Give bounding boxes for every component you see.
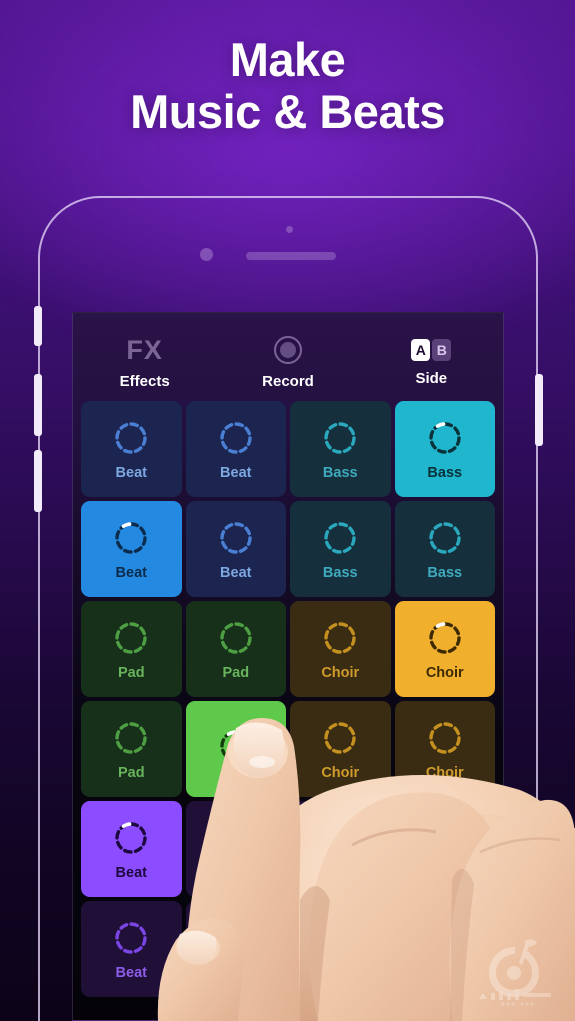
pad-label: Beat	[220, 464, 252, 481]
loop-progress-ring-icon	[425, 826, 465, 866]
pad-label: Pad	[117, 764, 145, 781]
headline-line-2: Music & Beats	[130, 84, 445, 138]
fx-icon: FX	[126, 334, 163, 365]
loop-progress-ring-icon	[111, 918, 151, 958]
pad-button[interactable]: Beat	[81, 901, 182, 997]
headline-line-1: Make	[229, 33, 346, 86]
loop-progress-ring-icon	[216, 726, 256, 766]
mute-switch-button[interactable]	[33, 306, 42, 346]
loop-progress-ring-icon	[216, 918, 256, 958]
loop-progress-ring-icon	[320, 718, 360, 758]
loop-progress-ring-icon	[111, 518, 151, 558]
pad-button[interactable]: Beat	[185, 501, 286, 597]
pad-label: Beat	[115, 864, 147, 881]
pad-label: Pad	[117, 664, 145, 681]
pad-button[interactable]: Bass	[290, 401, 391, 497]
loop-progress-ring-icon	[320, 618, 360, 658]
loop-progress-ring-icon	[425, 418, 465, 458]
pad-button[interactable]	[185, 701, 286, 797]
pad-button[interactable]: Beat	[81, 501, 182, 597]
loop-progress-ring-icon	[111, 618, 151, 658]
pad-button[interactable]: Pad	[81, 701, 182, 797]
pad-button[interactable]	[290, 901, 391, 997]
toolbar: FX Effects Record A B Side	[73, 313, 503, 401]
pad-label: Choir	[425, 664, 464, 681]
pad-label: Bass	[427, 564, 463, 581]
loop-progress-ring-icon	[320, 418, 360, 458]
loop-progress-ring-icon	[111, 418, 151, 458]
sibapp-watermark	[479, 939, 551, 1006]
pad-label: Bass	[427, 464, 463, 481]
loop-progress-ring-icon	[320, 826, 360, 866]
volume-down-button[interactable]	[33, 450, 42, 512]
loop-progress-ring-icon	[320, 926, 360, 966]
pad-button[interactable]: Pad	[81, 601, 182, 697]
pad-label: Beat	[220, 564, 252, 581]
record-icon	[273, 336, 302, 364]
loop-progress-ring-icon	[425, 718, 465, 758]
app-screen: FX Effects Record A B Side Beat Beat Bass B…	[72, 312, 504, 1021]
pad-label: Choir	[321, 664, 360, 681]
loop-progress-ring-icon	[216, 826, 256, 866]
front-camera-icon	[200, 248, 213, 261]
pad-button[interactable]: Choir	[290, 701, 391, 797]
volume-up-button[interactable]	[33, 374, 42, 436]
pad-button[interactable]: Bass	[290, 501, 391, 597]
toolbar-item-effects[interactable]: FX Effects	[73, 325, 216, 401]
pad-button[interactable]: Beat	[81, 401, 182, 497]
loop-progress-ring-icon	[425, 926, 465, 966]
pad-button[interactable]: Choir	[290, 601, 391, 697]
loop-progress-ring-icon	[425, 618, 465, 658]
pad-label: Choir	[425, 764, 464, 781]
record-dot	[279, 342, 296, 358]
toolbar-item-record[interactable]: Record	[216, 325, 359, 401]
pad-label: Bass	[322, 564, 358, 581]
pad-button[interactable]: Bass	[394, 401, 495, 497]
pad-label: Beat	[115, 564, 147, 581]
page-title: Make Music & Beats	[0, 34, 575, 137]
ab-toggle-icon[interactable]: A B	[411, 339, 452, 361]
pad-button[interactable]	[394, 801, 495, 897]
pad-grid: Beat Beat Bass Bass Beat Beat Bass Bass Pad Pad Ch…	[73, 401, 503, 997]
loop-progress-ring-icon	[111, 818, 151, 858]
toolbar-label-effects: Effects	[119, 372, 170, 390]
pad-label: Pad	[222, 664, 250, 681]
loop-progress-ring-icon	[216, 518, 256, 558]
pad-button[interactable]: Choir	[394, 601, 495, 697]
pad-button[interactable]: Pad	[185, 601, 286, 697]
side-option-a[interactable]: A	[411, 339, 431, 361]
pad-button[interactable]	[290, 801, 391, 897]
pad-label: Beat	[115, 464, 147, 481]
pad-button[interactable]: Choir	[394, 701, 495, 797]
toolbar-label-record: Record	[262, 373, 314, 390]
loop-progress-ring-icon	[216, 618, 256, 658]
pad-button[interactable]	[185, 801, 286, 897]
pad-button[interactable]: Beat	[185, 401, 286, 497]
pad-button[interactable]: Beat	[185, 901, 286, 997]
power-button[interactable]	[534, 374, 543, 446]
loop-progress-ring-icon	[425, 518, 465, 558]
pad-button[interactable]: Bass	[394, 501, 495, 597]
proximity-sensor-icon	[286, 226, 293, 233]
loop-progress-ring-icon	[216, 418, 256, 458]
earpiece-speaker	[246, 252, 336, 260]
pad-label: Choir	[321, 764, 360, 781]
loop-progress-ring-icon	[111, 718, 151, 758]
pad-button[interactable]: Beat	[81, 801, 182, 897]
loop-progress-ring-icon	[320, 518, 360, 558]
pad-label: Beat	[115, 964, 147, 981]
toolbar-item-side[interactable]: A B Side	[360, 325, 503, 401]
pad-label: Bass	[322, 464, 358, 481]
toolbar-label-side: Side	[415, 370, 448, 387]
pad-label: Beat	[220, 964, 252, 981]
side-option-b[interactable]: B	[432, 339, 452, 361]
